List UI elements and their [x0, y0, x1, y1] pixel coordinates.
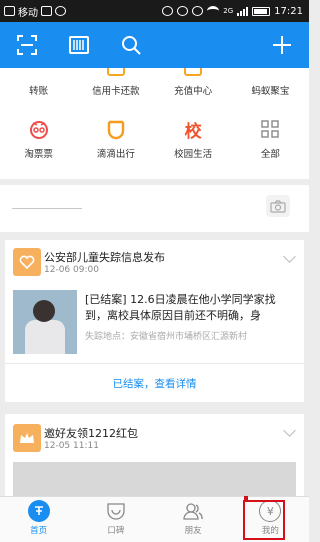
- cell-label: 校园生活: [174, 149, 213, 160]
- shortcut-tickets[interactable]: 淘票票: [0, 108, 77, 174]
- cell-label: 转账: [29, 86, 49, 97]
- shortcut-ant-fortune[interactable]: 蚂蚁聚宝: [232, 68, 309, 103]
- carrier-name: 移动: [18, 7, 38, 19]
- grid-all-icon: [259, 118, 281, 140]
- shortcut-recharge[interactable]: 充值中心: [155, 68, 232, 103]
- card-title: 邀好友领1212红包: [44, 427, 138, 440]
- battery-icon: [252, 6, 271, 16]
- shortcut-credit-card[interactable]: 信用卡还款: [77, 68, 154, 103]
- home-icon: [27, 500, 50, 522]
- cell-label: 信用卡还款: [92, 86, 140, 97]
- plus-icon[interactable]: [265, 28, 299, 62]
- chevron-down-icon[interactable]: [283, 424, 296, 437]
- heart-icon: [13, 248, 41, 276]
- annotation-mark: [244, 496, 248, 500]
- cell-label: 全部: [260, 149, 280, 160]
- view-details-link[interactable]: 已结案，查看详情: [5, 364, 304, 402]
- wifi-icon: [207, 6, 220, 16]
- koubei-icon: [105, 500, 127, 522]
- credit-card-icon: [106, 68, 125, 76]
- status-time: 17:21: [274, 5, 303, 17]
- campus-icon: 校: [184, 121, 202, 142]
- cell-label: 蚂蚁聚宝: [251, 86, 290, 97]
- tab-koubei[interactable]: 口碑: [77, 497, 154, 542]
- tickets-icon: [28, 118, 50, 140]
- network-type: 2G: [223, 7, 234, 15]
- tab-friends[interactable]: 朋友: [155, 497, 232, 542]
- scan-icon[interactable]: [10, 28, 44, 62]
- chevron-down-icon[interactable]: [283, 250, 296, 263]
- highlight-box: [243, 500, 285, 540]
- status-bar: 移动 2G 17:21: [0, 0, 309, 22]
- card-location: 失踪地点：安徽省宿州市埇桥区汇源新村: [85, 332, 248, 342]
- eye-comfort-icon: [192, 6, 204, 16]
- shortcut-all[interactable]: 全部: [232, 108, 309, 174]
- alarm-icon: [177, 6, 189, 16]
- missing-child-card[interactable]: 公安部儿童失踪信息发布 12-06 09:00 [已结案] 12.6日凌晨在他小…: [5, 240, 304, 402]
- camera-icon[interactable]: [266, 195, 290, 217]
- tab-label: 朋友: [184, 526, 202, 536]
- shortcut-campus[interactable]: 校 校园生活: [155, 108, 232, 174]
- cell-label: 淘票票: [24, 149, 53, 160]
- search-icon[interactable]: [114, 28, 148, 62]
- barcode-icon[interactable]: [62, 28, 96, 62]
- card-title: 公安部儿童失踪信息发布: [44, 251, 165, 264]
- tab-home[interactable]: 首页: [0, 497, 77, 542]
- shortcut-didi[interactable]: 滴滴出行: [77, 108, 154, 174]
- recharge-icon: [184, 68, 203, 76]
- app-notification-icon: [4, 6, 15, 16]
- tab-label: 首页: [30, 526, 48, 536]
- shortcut-transfer[interactable]: 转账: [0, 68, 77, 103]
- tab-label: 口碑: [107, 526, 125, 536]
- sync-notification-icon: [55, 6, 66, 16]
- signal-icon: [237, 6, 249, 16]
- image-notification-icon: [41, 6, 52, 16]
- headset-icon: [162, 6, 174, 16]
- card-time: 12-05 11:11: [44, 441, 99, 451]
- status-update-strip[interactable]: [0, 185, 309, 232]
- shortcut-grid: 转账 信用卡还款 充值中心 蚂蚁聚宝 淘票票 滴滴出行 校 校园生活 全部: [0, 68, 309, 179]
- red-packet-card[interactable]: 邀好友领1212红包 12-05 11:11: [5, 414, 304, 496]
- card-image-placeholder: [13, 462, 296, 496]
- cell-label: 滴滴出行: [96, 149, 135, 160]
- didi-icon: [105, 118, 127, 140]
- crown-icon: [13, 424, 41, 452]
- friends-icon: [182, 500, 204, 522]
- cell-label: 充值中心: [174, 86, 213, 97]
- placeholder-line: [12, 208, 82, 209]
- card-body-text: [已结案] 12.6日凌晨在他小学同学家找到，离校具体原因目前还不明确，身: [85, 293, 276, 322]
- child-photo: [13, 290, 77, 354]
- top-bar: [0, 22, 309, 68]
- card-time: 12-06 09:00: [44, 265, 99, 275]
